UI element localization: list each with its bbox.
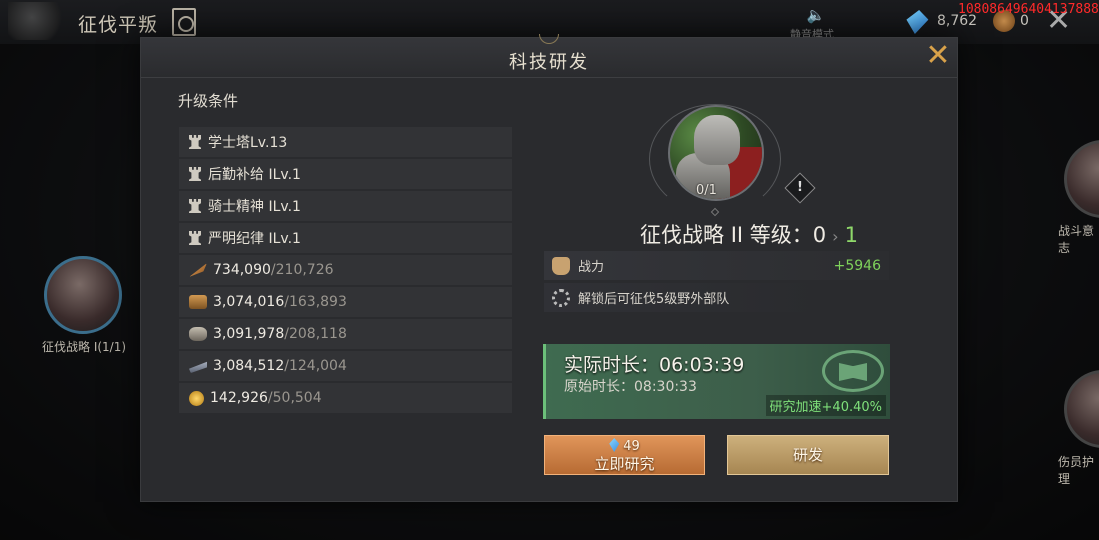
research-label: 研发 <box>792 446 823 464</box>
stat-row-unlock: 解锁后可征伐5级野外部队 <box>544 283 889 312</box>
gold-icon <box>189 390 204 406</box>
close-button[interactable]: ✕ <box>925 41 951 71</box>
tower-icon <box>189 199 201 213</box>
stat-row-power: 战力 +5946 <box>544 251 889 280</box>
research-timer-panel: 实际时长：06:03:39 原始时长：08:30:33 研究加速+40.40% <box>543 344 890 419</box>
building-requirement-row: 学士塔Lv.13 <box>179 127 512 157</box>
gear-icon <box>552 288 570 307</box>
resource-have: 3,091,978 <box>213 326 285 342</box>
knight-helmet <box>694 115 740 165</box>
research-speedup: 研究加速+40.40% <box>765 395 886 416</box>
tech-name: 征伐战略 II 等级： <box>640 223 813 247</box>
resource-requirement-row[interactable]: 142,926 /50,504 <box>179 383 512 413</box>
instant-research-button[interactable]: 49 立即研究 <box>544 435 705 475</box>
resource-have: 734,090 <box>213 262 271 278</box>
tower-icon <box>189 135 201 149</box>
page-title: 征伐平叛 <box>78 14 159 36</box>
gem-icon <box>609 438 620 452</box>
resource-requirement-row[interactable]: 734,090 /210,726 <box>179 255 512 285</box>
original-duration: 原始时长：08:30:33 <box>564 379 697 395</box>
tech-research-dialog: 科技研发 ✕ 升级条件 学士塔Lv.13 后勤补给 ILv.1 骑士精神 ILv… <box>140 34 959 502</box>
tower-icon <box>189 167 201 181</box>
actual-duration: 实际时长：06:03:39 <box>564 354 745 376</box>
instant-cost: 49 <box>545 436 704 455</box>
instant-cost-value: 49 <box>623 439 640 454</box>
research-button[interactable]: 研发 <box>727 435 889 475</box>
resource-have: 3,084,512 <box>213 358 285 374</box>
resource-have: 3,074,016 <box>213 294 285 310</box>
gem-icon[interactable] <box>904 10 930 34</box>
tech-progress: 0/1 <box>696 183 717 198</box>
tech-node-label: 战斗意志 <box>1058 224 1095 255</box>
resource-requirement-row[interactable]: 3,074,016 /163,893 <box>179 287 512 317</box>
mute-speaker-icon[interactable]: 🔈 <box>806 6 826 24</box>
dialog-header: 科技研发 ✕ <box>141 34 957 78</box>
book-icon <box>822 350 884 392</box>
current-level: 0 <box>812 223 827 247</box>
resource-need: /124,004 <box>284 358 347 374</box>
iron-icon <box>189 361 207 373</box>
tower-icon <box>189 231 201 245</box>
requirements-title: 升级条件 <box>178 92 239 110</box>
stat-label: 解锁后可征伐5级野外部队 <box>578 292 730 307</box>
requirement-text: 学士塔Lv.13 <box>208 135 288 151</box>
resource-requirement-row[interactable]: 3,091,978 /208,118 <box>179 319 512 349</box>
requirement-text: 后勤补给 ILv.1 <box>208 167 301 183</box>
dialog-title: 科技研发 <box>509 52 589 73</box>
tech-node-label: 伤员护理 <box>1058 455 1095 486</box>
requirements-list: 学士塔Lv.13 后勤补给 ILv.1 骑士精神 ILv.1 严明纪律 ILv.… <box>179 127 512 415</box>
resource-need: /50,504 <box>267 390 322 406</box>
tech-level-heading: 征伐战略 II 等级：0 › 1 <box>539 219 959 249</box>
resource-need: /210,726 <box>270 262 334 278</box>
resource-have: 142,926 <box>210 390 268 406</box>
building-requirement-row: 骑士精神 ILv.1 <box>179 191 512 221</box>
info-icon[interactable]: ! <box>784 172 816 204</box>
fist-icon <box>552 256 570 275</box>
stat-value: +5946 <box>833 257 881 274</box>
requirement-text: 骑士精神 ILv.1 <box>208 199 301 215</box>
title-ornament-icon <box>539 34 559 44</box>
stone-icon <box>189 327 207 341</box>
instant-research-label: 立即研究 <box>594 455 655 473</box>
back-emblem-icon[interactable] <box>8 2 68 40</box>
resource-need: /208,118 <box>284 326 347 342</box>
next-level: 1 <box>844 223 858 247</box>
resource-requirement-row[interactable]: 3,084,512 /124,004 <box>179 351 512 381</box>
banner-icon[interactable] <box>172 8 196 36</box>
resource-need: /163,893 <box>284 294 347 310</box>
requirement-text: 严明纪律 ILv.1 <box>208 231 301 247</box>
feather-icon <box>189 263 207 277</box>
building-requirement-row: 后勤补给 ILv.1 <box>179 159 512 189</box>
chevron-right-icon: › <box>832 227 839 246</box>
tech-node-conquest-strategy-1[interactable] <box>44 256 122 334</box>
stat-label: 战力 <box>578 260 605 275</box>
building-requirement-row: 严明纪律 ILv.1 <box>179 223 512 253</box>
tech-node-label: 征伐战略 I(1/1) <box>42 340 127 354</box>
debug-id-text: 1080864964041378882 <box>958 2 1099 17</box>
wood-icon <box>189 295 207 309</box>
